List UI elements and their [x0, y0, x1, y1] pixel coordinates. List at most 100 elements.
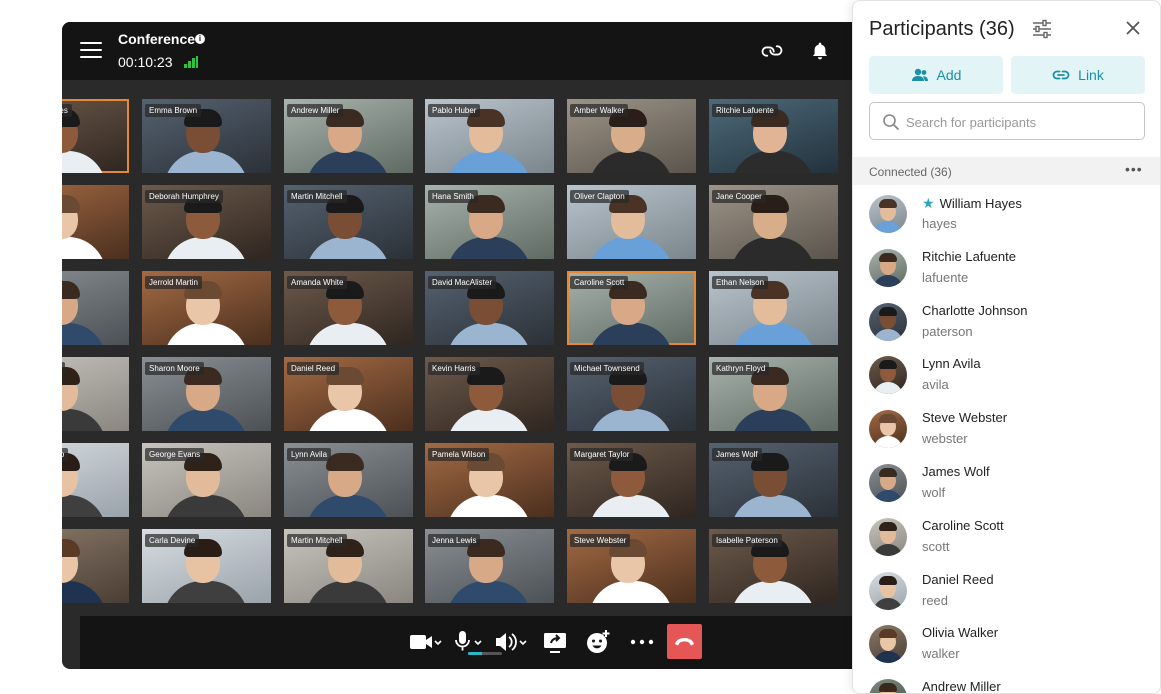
participant-row[interactable]: Daniel Reed reed [853, 562, 1160, 616]
participant-username: avila [922, 377, 949, 393]
participant-username: webster [922, 431, 968, 447]
video-tile[interactable]: Jane Cooper [709, 185, 838, 259]
avatar [869, 302, 907, 341]
video-tile[interactable]: Jenna Lewis [425, 529, 554, 603]
link-icon[interactable] [761, 41, 783, 66]
participant-row[interactable]: Lynn Avila avila [853, 346, 1160, 400]
video-tile[interactable]: Bruce Hubbard [62, 357, 129, 431]
video-tile[interactable]: Martin Mitchell [284, 529, 413, 603]
video-tile[interactable]: Ethan Nelson [709, 271, 838, 345]
participant-name-text: Charlotte Johnson [922, 302, 1028, 318]
video-tile[interactable]: Isabelle Paterson [709, 529, 838, 603]
video-tile[interactable]: Teresa Olson [62, 185, 129, 259]
tile-name-text: Lynn Avila [291, 450, 328, 459]
signal-bars-icon [184, 56, 198, 68]
tile-name-label: Michael Townsend [570, 362, 644, 375]
hamburger-icon[interactable] [80, 42, 102, 60]
video-tile[interactable]: Daniel Reed [284, 357, 413, 431]
participant-row[interactable]: Ritchie Lafuente lafuente [853, 239, 1160, 293]
tile-name-label: Carla Devine [145, 534, 200, 547]
tile-name-label: Margaret Taylor [570, 448, 634, 461]
video-tile[interactable]: Larunda Durazo [62, 443, 129, 517]
video-tile[interactable]: Martin Mitchell [284, 185, 413, 259]
tile-name-text: Caroline Scott [574, 278, 625, 287]
tile-name-text: Sharon Moore [149, 364, 200, 373]
video-tile[interactable]: Olivia Walker [62, 271, 129, 345]
invite-link-button[interactable]: Link [1011, 56, 1145, 94]
avatar [869, 248, 907, 287]
avatar [869, 517, 907, 556]
add-reaction-icon[interactable] [585, 628, 611, 656]
video-tile[interactable]: Hana Smith [425, 185, 554, 259]
screen-share-icon[interactable] [542, 628, 568, 656]
avatar [869, 410, 907, 449]
camera-icon[interactable] [408, 628, 444, 656]
participant-name: Charlotte Johnson [922, 303, 1028, 318]
participant-row[interactable]: Steve Webster webster [853, 400, 1160, 454]
video-tile[interactable]: Carla Devine [142, 529, 271, 603]
tile-name-label: Larunda Durazo [62, 448, 69, 461]
video-tile[interactable]: Michael Townsend [567, 357, 696, 431]
video-tile[interactable]: Albert Moore [62, 529, 129, 603]
video-tile[interactable]: Sharon Moore [142, 357, 271, 431]
video-tile[interactable]: Jerrold Martin [142, 271, 271, 345]
video-tile[interactable]: ★William Hayes [62, 99, 129, 173]
bell-icon[interactable] [810, 40, 830, 67]
tile-name-label: Martin Mitchell [287, 534, 347, 547]
video-tile[interactable]: Margaret Taylor [567, 443, 696, 517]
search-box [869, 102, 1145, 140]
close-icon[interactable] [1125, 20, 1141, 41]
tile-name-text: William Hayes [62, 106, 68, 115]
video-tile[interactable]: David MacAlister [425, 271, 554, 345]
video-tile[interactable]: Pablo Huber [425, 99, 554, 173]
conference-title: Conference [118, 31, 196, 47]
more-icon[interactable] [630, 628, 654, 656]
video-tile[interactable]: Ritchie Lafuente [709, 99, 838, 173]
participant-username: reed [922, 592, 949, 608]
hang-up-button[interactable] [667, 624, 702, 659]
tile-name-text: Ethan Nelson [716, 278, 765, 287]
video-tile[interactable]: Emma Brown [142, 99, 271, 173]
speaker-icon[interactable] [493, 628, 529, 656]
video-tile[interactable]: Lynn Avila [284, 443, 413, 517]
video-tile[interactable]: Kathryn Floyd [709, 357, 838, 431]
tile-name-label: ★William Hayes [62, 104, 72, 117]
video-tile[interactable]: Kevin Harris [425, 357, 554, 431]
participant-username: lafuente [922, 269, 969, 285]
add-participant-button[interactable]: Add [869, 56, 1003, 94]
avatar [869, 464, 907, 502]
tile-name-text: Andrew Miller [291, 106, 340, 115]
tile-name-label: Jenna Lewis [428, 534, 481, 547]
filter-settings-icon[interactable] [1031, 19, 1053, 44]
more-options-icon[interactable]: ••• [1125, 161, 1143, 177]
video-tile[interactable]: Amanda White [284, 271, 413, 345]
participant-username: scott [922, 538, 950, 554]
participant-name-text: William Hayes [939, 196, 1022, 211]
video-tile[interactable]: Steve Webster [567, 529, 696, 603]
participant-row[interactable]: Andrew Miller [853, 669, 1160, 693]
tile-name-text: Amanda White [291, 278, 344, 287]
participant-row[interactable]: Olivia Walker walker [853, 615, 1160, 669]
video-tile[interactable]: George Evans [142, 443, 271, 517]
tile-name-text: Jane Cooper [716, 192, 762, 201]
tile-name-label: Oliver Clapton [570, 190, 629, 203]
participant-row[interactable]: Charlotte Johnson paterson [853, 293, 1160, 347]
tile-name-label: Sharon Moore [145, 362, 204, 375]
tile-name-label: Bruce Hubbard [62, 362, 65, 375]
search-input[interactable] [906, 112, 1136, 132]
participant-row[interactable]: James Wolf wolf [853, 454, 1160, 508]
participant-row[interactable]: ★ William Hayes hayes [853, 185, 1160, 239]
video-tile[interactable]: Deborah Humphrey [142, 185, 271, 259]
participant-row[interactable]: Caroline Scott scott [853, 508, 1160, 562]
video-tile[interactable]: James Wolf [709, 443, 838, 517]
video-tile[interactable]: Caroline Scott [567, 271, 696, 345]
video-tile[interactable]: Andrew Miller [284, 99, 413, 173]
tile-name-label: David MacAlister [428, 276, 497, 289]
video-tile[interactable]: Amber Walker [567, 99, 696, 173]
tile-name-text: Margaret Taylor [574, 450, 630, 459]
info-icon[interactable]: i [195, 34, 205, 44]
video-tile[interactable]: Oliver Clapton [567, 185, 696, 259]
participant-username: wolf [922, 485, 946, 500]
video-tile[interactable]: Pamela Wilson [425, 443, 554, 517]
tile-name-label: Deborah Humphrey [145, 190, 223, 203]
